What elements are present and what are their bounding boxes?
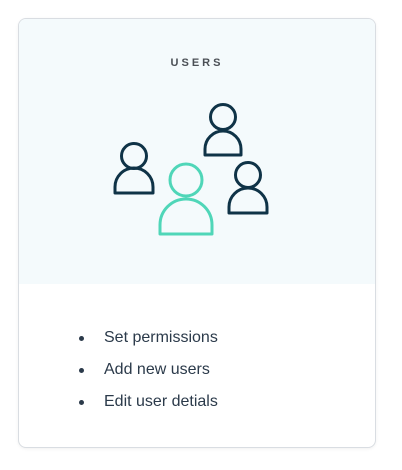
- list-item: Edit user detials: [79, 391, 218, 423]
- bullet-icon: [79, 368, 84, 373]
- user-icon: [158, 162, 214, 236]
- list-item: Add new users: [79, 359, 218, 391]
- user-icon: [227, 161, 269, 215]
- user-icon: [113, 142, 155, 195]
- feature-list: Set permissions Add new users Edit user …: [79, 327, 218, 423]
- user-icon: [203, 103, 243, 157]
- list-item: Set permissions: [79, 327, 218, 359]
- feature-label: Add new users: [104, 361, 210, 378]
- card-header: USERS: [19, 19, 375, 284]
- users-card: USERS Set permissions Add new users Edit…: [18, 18, 376, 448]
- user-group-illustration: [113, 103, 269, 236]
- feature-label: Set permissions: [104, 329, 218, 346]
- feature-label: Edit user detials: [104, 393, 218, 410]
- bullet-icon: [79, 336, 84, 341]
- bullet-icon: [79, 400, 84, 405]
